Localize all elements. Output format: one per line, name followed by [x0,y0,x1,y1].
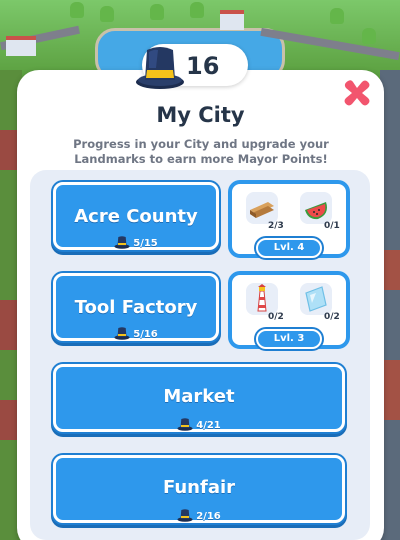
landmark-item-count: 0/1 [324,221,340,231]
city-tree [190,2,204,18]
city-tree [330,8,344,24]
area-button-tool-factory[interactable]: Tool Factory 5/16 [53,273,219,341]
city-building [6,36,36,56]
area-progress: 5/15 [56,235,216,251]
area-progress: 5/16 [56,326,216,342]
area-progress: 2/16 [56,508,342,524]
city-tree [362,28,376,44]
city-building [220,10,244,30]
landmark-level: Lvl. 4 [256,238,322,258]
city-tree [70,2,84,18]
top-hat-icon [136,47,184,89]
area-button-acre-county[interactable]: Acre County 5/15 [53,182,219,250]
area-progress-value: 5/15 [133,238,158,249]
mayor-points-value: 16 [186,52,220,80]
panel-subtitle: Progress in your City and upgrade your L… [73,137,329,166]
top-hat-icon [177,509,193,522]
area-progress-value: 4/21 [196,420,221,431]
landmark-item-count: 0/2 [324,312,340,322]
landmark-level: Lvl. 3 [256,329,322,349]
area-name: Market [163,386,235,407]
area-name: Tool Factory [74,297,198,318]
landmark-item-count: 0/2 [268,312,284,322]
landmark-item-count: 2/3 [268,221,284,231]
area-button-market[interactable]: Market 4/21 [53,364,345,432]
top-hat-icon [177,418,193,431]
area-button-funfair[interactable]: Funfair 2/16 [53,455,345,523]
top-hat-icon [114,327,130,340]
panel-title: My City [156,103,245,127]
landmark-card-acre-county[interactable]: 2/3 0/1 Lvl. 4 [228,180,350,258]
city-house [382,360,400,420]
area-name: Acre County [74,206,198,227]
landmark-card-tool-factory[interactable]: 0/2 0/2 Lvl. 3 [228,271,350,349]
city-tree [100,6,114,22]
area-progress: 4/21 [56,417,342,433]
area-progress-value: 5/16 [133,329,158,340]
city-tree [150,4,164,20]
area-progress-value: 2/16 [196,511,221,522]
top-hat-icon [114,236,130,249]
area-name: Funfair [162,477,236,498]
city-house [382,250,400,290]
